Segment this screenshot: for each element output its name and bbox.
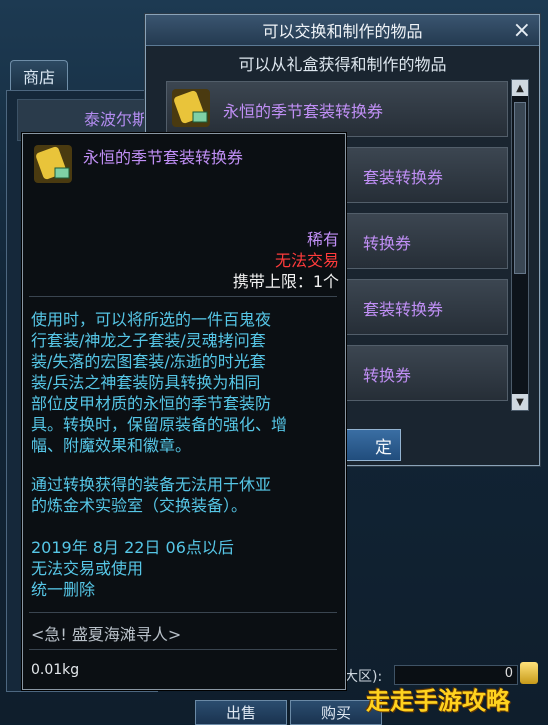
sell-button[interactable]: 出售 <box>195 700 287 725</box>
item-tooltip: 永恒的季节套装转换券 稀有 无法交易 携带上限：1个 使用时，可以将所选的一件百… <box>22 133 346 690</box>
confirm-button-label: 定 <box>375 437 392 458</box>
tooltip-item-name: 永恒的季节套装转换券 <box>83 148 244 167</box>
buy-button-label: 购买 <box>320 704 351 722</box>
dialog-titlebar: 可以交换和制作的物品 × <box>146 15 539 46</box>
sell-button-label: 出售 <box>225 704 256 722</box>
gold-amount: 0 <box>504 666 513 681</box>
list-item-label: 永恒的季节套装转换券 <box>223 102 384 121</box>
expiry-line: 2019年 8月 22日 06点以后 <box>31 538 234 557</box>
scroll-up-icon[interactable]: ▲ <box>512 80 528 96</box>
expiry-info: 2019年 8月 22日 06点以后 无法交易或使用 统一删除 <box>31 537 331 600</box>
dialog-subtitle: 可以从礼盒获得和制作的物品 <box>238 55 447 74</box>
description-line: 具。转换时，保留原装备的强化、增 <box>31 415 288 434</box>
dialog-title: 可以交换和制作的物品 <box>262 22 423 41</box>
item-description: 使用时，可以将所选的一件百鬼夜 行套装/神龙之子套装/灵魂拷问套 装/失落的宏图… <box>31 309 331 456</box>
item-source: <急! 盛夏海滩寻人> <box>31 625 182 644</box>
expiry-line: 无法交易或使用 <box>31 559 144 578</box>
tab-shop[interactable]: 商店 <box>10 60 68 91</box>
gold-icon <box>520 662 538 684</box>
list-item-label: 套装转换券 <box>363 300 444 319</box>
list-item-label: 套装转换券 <box>363 168 444 187</box>
description-line: 装/失落的宏图套装/冻逝的时光套 <box>31 352 266 371</box>
shop-item-name: 泰波尔斯 <box>84 110 149 129</box>
scroll-down-icon[interactable]: ▼ <box>512 394 528 410</box>
scrollbar-thumb[interactable] <box>514 102 526 274</box>
description-line: 幅、附魔效果和徽章。 <box>31 436 192 455</box>
description-line: 行套装/神龙之子套装/灵魂拷问套 <box>31 331 266 350</box>
divider <box>29 612 337 613</box>
divider <box>29 649 337 650</box>
coupon-icon <box>172 89 210 127</box>
watermark-logo: 走走手游攻略 <box>366 687 510 715</box>
item-note: 通过转换获得的装备无法用于休亚 的炼金术实验室（交换装备）。 <box>31 474 331 516</box>
note-line: 的炼金术实验室（交换装备）。 <box>31 496 248 515</box>
note-line: 通过转换获得的装备无法用于休亚 <box>31 475 272 494</box>
description-line: 使用时，可以将所选的一件百鬼夜 <box>31 310 272 329</box>
confirm-button[interactable]: 定 <box>341 429 401 461</box>
list-item-label: 转换券 <box>363 366 412 385</box>
tab-shop-label: 商店 <box>22 68 55 87</box>
description-line: 部位皮甲材质的永恒的季节套装防 <box>31 394 272 413</box>
scrollbar[interactable]: ▲ ▼ <box>511 79 529 411</box>
expiry-line: 统一删除 <box>31 580 96 599</box>
description-line: 装/兵法之神套装防具转换为相同 <box>31 373 261 392</box>
item-weight: 0.01kg <box>31 662 80 678</box>
carry-limit: 携带上限：1个 <box>232 272 339 291</box>
close-icon[interactable]: × <box>513 18 531 43</box>
coupon-icon <box>34 145 72 183</box>
divider <box>29 296 337 297</box>
list-item[interactable]: 永恒的季节套装转换券 <box>166 81 508 137</box>
list-item-label: 转换券 <box>363 234 412 253</box>
